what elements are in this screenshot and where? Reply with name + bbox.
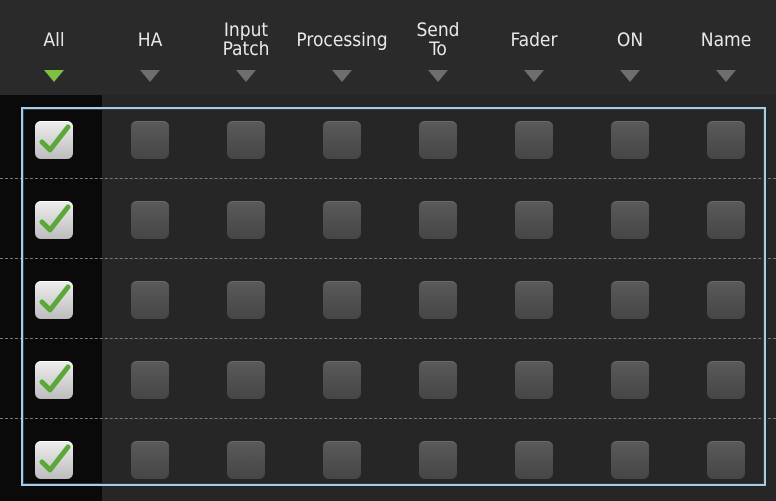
triangle-down-icon[interactable]	[140, 70, 160, 82]
triangle-down-icon[interactable]	[332, 70, 352, 82]
selection-frame	[21, 107, 766, 486]
triangle-down-icon[interactable]	[44, 70, 64, 82]
column-label: Fader	[510, 28, 558, 51]
triangle-down-icon[interactable]	[428, 70, 448, 82]
column-header-ha[interactable]: HA	[102, 0, 198, 95]
triangle-down-icon[interactable]	[620, 70, 640, 82]
column-label: Processing	[296, 28, 388, 51]
triangle-down-icon[interactable]	[236, 70, 256, 82]
column-label: Name	[700, 28, 752, 51]
column-header-input-patch[interactable]: Input Patch	[198, 0, 294, 95]
column-header-processing[interactable]: Processing	[294, 0, 390, 95]
column-header-fader[interactable]: Fader	[486, 0, 582, 95]
column-header-on[interactable]: ON	[582, 0, 678, 95]
column-header-bar: All HA Input Patch Processing Send To Fader ON…	[0, 0, 776, 95]
parameter-grid	[0, 95, 776, 501]
column-label: ON	[616, 28, 644, 51]
triangle-down-icon[interactable]	[716, 70, 736, 82]
triangle-down-icon[interactable]	[524, 70, 544, 82]
column-label: HA	[137, 28, 163, 51]
column-header-send-to[interactable]: Send To	[390, 0, 486, 95]
column-label: Input Patch	[222, 19, 270, 60]
column-label: Send To	[416, 19, 460, 60]
column-header-all[interactable]: All	[6, 0, 102, 95]
column-header-name[interactable]: Name	[678, 0, 774, 95]
column-label: All	[43, 28, 65, 51]
